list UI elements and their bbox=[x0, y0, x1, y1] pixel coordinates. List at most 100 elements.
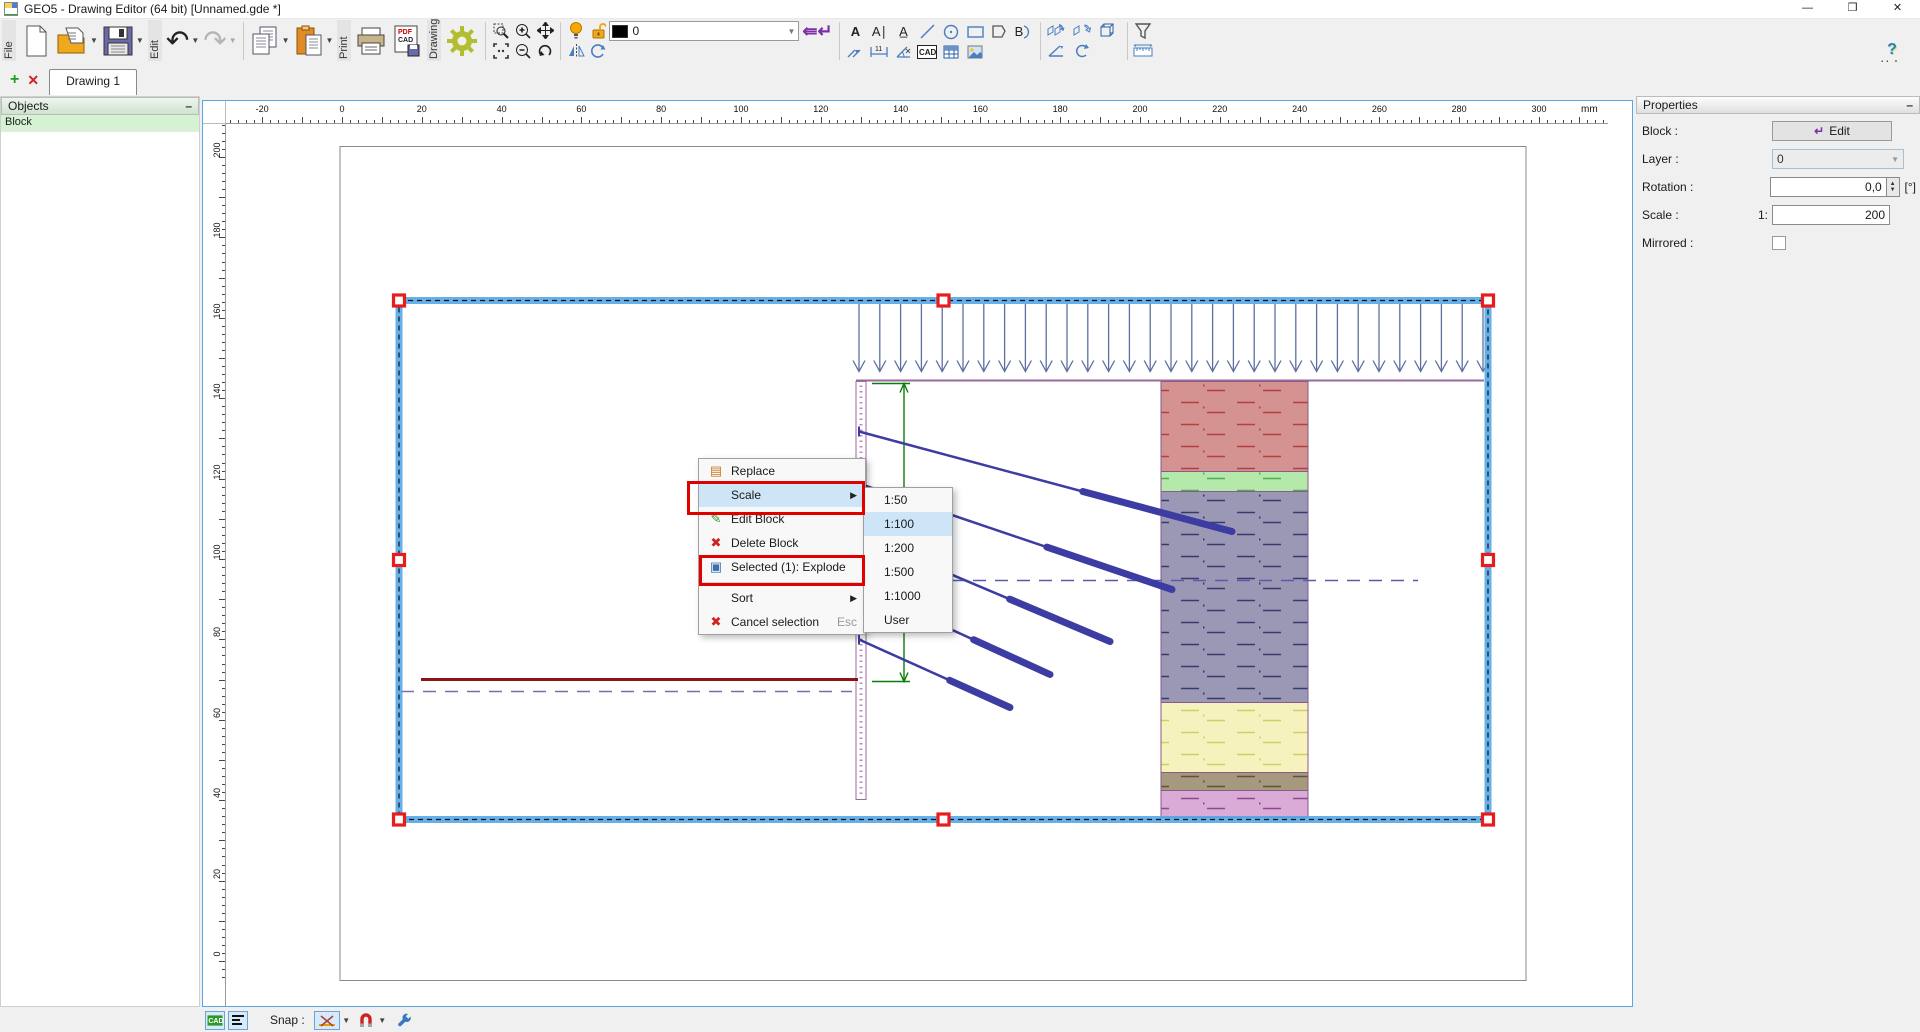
magnet-icon bbox=[359, 1013, 373, 1028]
redo-button[interactable]: ↷ ▼ bbox=[202, 21, 237, 61]
print-button[interactable] bbox=[354, 21, 388, 61]
block-edit-button[interactable]: ↵ Edit bbox=[1772, 121, 1892, 141]
import-cad-button[interactable]: CAD bbox=[916, 42, 938, 62]
undo-dropdown[interactable]: ▼ bbox=[191, 36, 199, 45]
scale-option-1-100[interactable]: 1:100 bbox=[864, 512, 952, 536]
rotation-spinner[interactable]: ▲▼ bbox=[1887, 177, 1900, 197]
scale-option-1-500[interactable]: 1:500 bbox=[864, 560, 952, 584]
add-circle-button[interactable] bbox=[940, 22, 962, 42]
file-menu[interactable]: File bbox=[2, 20, 16, 61]
layer-dropdown[interactable]: 0 ▼ bbox=[1772, 149, 1904, 169]
load-block-button[interactable] bbox=[1071, 21, 1093, 41]
paste-button[interactable]: ▼ bbox=[293, 21, 335, 61]
copy-dropdown[interactable]: ▼ bbox=[282, 36, 290, 45]
save-block-button[interactable] bbox=[1045, 21, 1067, 41]
selection-handle[interactable] bbox=[394, 555, 405, 566]
add-spline-button[interactable]: B bbox=[1012, 22, 1034, 42]
insert-image-button[interactable] bbox=[964, 42, 986, 62]
close-button[interactable]: ✕ bbox=[1875, 0, 1920, 19]
scale-option-1-1000[interactable]: 1:1000 bbox=[864, 584, 952, 608]
menu-item-selected-1-explode[interactable]: ▣Selected (1): Explode bbox=[699, 555, 865, 579]
magnet-button[interactable] bbox=[356, 1011, 376, 1030]
menu-item-cancel-selection[interactable]: ✖Cancel selectionEsc bbox=[699, 610, 865, 634]
object-item-block[interactable]: Block bbox=[1, 115, 199, 132]
save-dropdown[interactable]: ▼ bbox=[136, 36, 144, 45]
visibility-button[interactable] bbox=[565, 20, 587, 40]
scale-input[interactable]: 200 bbox=[1772, 205, 1890, 225]
pen-style-combo[interactable]: 0 ▼ bbox=[609, 21, 799, 41]
selection-handle[interactable] bbox=[938, 814, 949, 825]
add-rectangle-button[interactable] bbox=[964, 22, 986, 42]
explode-block-button[interactable] bbox=[1097, 21, 1119, 41]
properties-panel-minimize[interactable]: – bbox=[1906, 98, 1913, 112]
circle-icon bbox=[943, 24, 959, 40]
new-file-button[interactable] bbox=[19, 21, 53, 61]
add-line-button[interactable] bbox=[916, 22, 938, 42]
mirror-copy-button[interactable] bbox=[1045, 41, 1067, 61]
svg-text:11: 11 bbox=[875, 46, 882, 53]
measure-button[interactable] bbox=[844, 42, 866, 62]
mirrored-checkbox[interactable] bbox=[1772, 236, 1786, 250]
zoom-in-button[interactable] bbox=[512, 21, 534, 41]
snap-settings-button[interactable] bbox=[395, 1011, 415, 1030]
menu-item-delete-block[interactable]: ✖Delete Block bbox=[699, 531, 865, 555]
menu-item-replace[interactable]: ▤Replace bbox=[699, 459, 865, 483]
undo-button[interactable]: ↶ ▼ bbox=[165, 21, 200, 61]
selection-handle[interactable] bbox=[394, 814, 405, 825]
zoom-all-button[interactable] bbox=[490, 41, 512, 61]
drawing-menu[interactable]: Drawing bbox=[427, 20, 441, 61]
insert-table-button[interactable] bbox=[940, 42, 962, 62]
filter-button[interactable] bbox=[1132, 21, 1154, 41]
cad-coords-toggle[interactable]: CAD bbox=[205, 1011, 225, 1030]
zoom-out-button[interactable] bbox=[512, 41, 534, 61]
previous-view-button[interactable] bbox=[534, 41, 556, 61]
close-drawing-button[interactable]: ✕ bbox=[27, 72, 39, 89]
selection-handle[interactable] bbox=[1483, 555, 1494, 566]
zoom-window-button[interactable] bbox=[490, 21, 512, 41]
selection-handle[interactable] bbox=[394, 295, 405, 306]
open-file-button[interactable]: ▼ bbox=[55, 21, 99, 61]
open-dropdown[interactable]: ▼ bbox=[90, 36, 98, 45]
settings-button[interactable] bbox=[444, 21, 480, 61]
scale-option-user[interactable]: User bbox=[864, 608, 952, 632]
selection-handle[interactable] bbox=[1483, 814, 1494, 825]
add-multitext-button[interactable]: A∣ bbox=[868, 22, 890, 42]
snap-dropdown[interactable]: ▼ bbox=[340, 1011, 353, 1030]
objects-panel-minimize[interactable]: – bbox=[185, 99, 192, 113]
angle-dimension-button[interactable] bbox=[892, 42, 914, 62]
maximize-button[interactable]: ❒ bbox=[1830, 0, 1875, 19]
rotation-input[interactable]: 0,0 bbox=[1770, 177, 1886, 197]
snap-mode-button[interactable] bbox=[314, 1011, 340, 1030]
rotate-copy-button[interactable] bbox=[1071, 41, 1093, 61]
menu-item-sort[interactable]: Sort▶ bbox=[699, 586, 865, 610]
pan-button[interactable] bbox=[534, 21, 556, 41]
rotate-button[interactable] bbox=[587, 41, 609, 61]
export-pdf-cad-button[interactable]: PDF CAD bbox=[390, 21, 424, 61]
add-text-button[interactable]: A bbox=[844, 22, 866, 42]
menu-item-label: Selected (1): Explode bbox=[731, 560, 846, 574]
save-button[interactable]: ▼ bbox=[101, 21, 145, 61]
print-menu[interactable]: Print bbox=[337, 20, 351, 61]
copy-button[interactable]: ▼ bbox=[249, 21, 291, 61]
scale-option-1-200[interactable]: 1:200 bbox=[864, 536, 952, 560]
lock-button[interactable] bbox=[587, 20, 609, 40]
mirror-button[interactable] bbox=[565, 41, 587, 61]
edit-menu[interactable]: Edit bbox=[148, 20, 162, 61]
minimize-button[interactable]: — bbox=[1785, 0, 1830, 19]
selection-handle[interactable] bbox=[938, 295, 949, 306]
scale-option-1-50[interactable]: 1:50 bbox=[864, 488, 952, 512]
selection-handle[interactable] bbox=[1483, 295, 1494, 306]
magnet-dropdown[interactable]: ▼ bbox=[376, 1011, 389, 1030]
pen-combo-dropdown[interactable]: ▼ bbox=[788, 27, 799, 36]
ruler-settings-button[interactable] bbox=[1132, 41, 1154, 61]
menu-item-scale[interactable]: Scale▶ bbox=[699, 483, 865, 507]
dimension-button[interactable]: 11 bbox=[868, 42, 890, 62]
add-drawing-button[interactable]: + bbox=[10, 71, 19, 89]
paste-dropdown[interactable]: ▼ bbox=[326, 36, 334, 45]
tab-drawing-1[interactable]: Drawing 1 bbox=[49, 69, 137, 95]
add-polygon-button[interactable] bbox=[988, 22, 1010, 42]
menu-item-edit-block[interactable]: ✎Edit Block bbox=[699, 507, 865, 531]
insert-block-button[interactable]: ⇚↵ bbox=[800, 19, 834, 43]
edit-text-button[interactable]: A̲ bbox=[892, 22, 914, 42]
list-toggle[interactable] bbox=[228, 1011, 248, 1030]
